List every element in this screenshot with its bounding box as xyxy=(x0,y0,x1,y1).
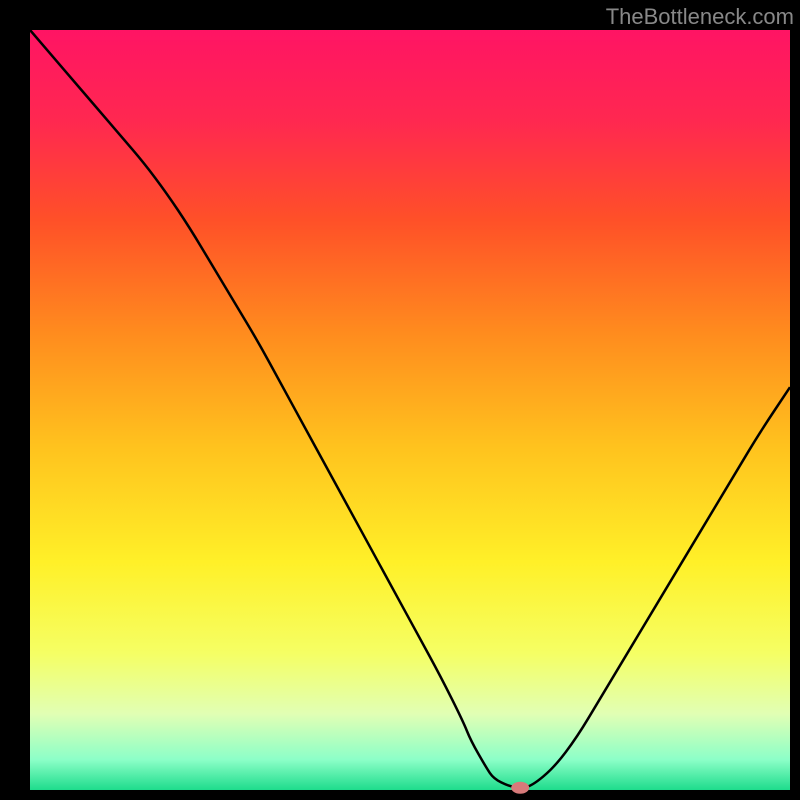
watermark-text: TheBottleneck.com xyxy=(606,4,794,30)
chart-container: TheBottleneck.com xyxy=(0,0,800,800)
plot-background xyxy=(30,30,790,790)
bottleneck-chart xyxy=(0,0,800,800)
optimal-point-marker xyxy=(511,782,529,794)
